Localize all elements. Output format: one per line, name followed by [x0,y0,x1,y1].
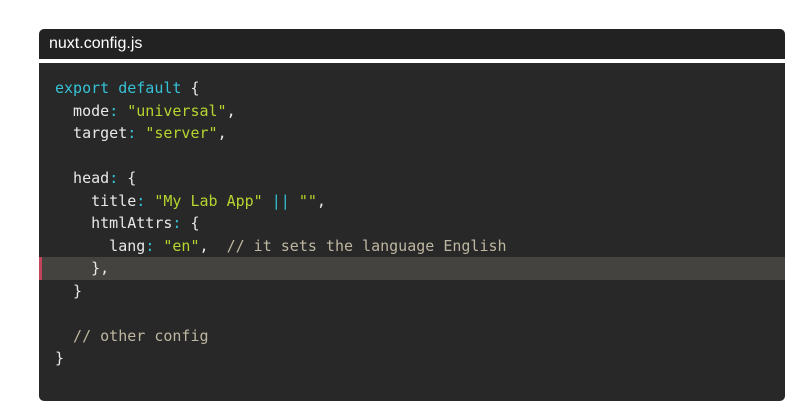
code-token: : [127,124,146,142]
code-token: // it sets the language English [226,236,507,255]
code-token: || [262,191,299,210]
code-token: } [55,281,83,300]
code-line-highlighted: }, [39,257,785,280]
code-line: export default { [39,77,785,100]
code-token: , [316,191,326,210]
code-token: mode [55,101,110,120]
code-token: { [190,79,200,97]
code-token: htmlAttrs [55,214,173,232]
code-line: target: "server", [39,122,785,145]
code-token: : [172,214,191,232]
code-token: target [55,124,128,142]
code-token: lang [55,236,146,255]
code-line: } [39,347,785,370]
code-line: htmlAttrs: { [39,212,785,235]
code-token: : [109,101,128,120]
code-token: { [127,169,137,187]
code-block-title-bar: nuxt.config.js [39,29,785,59]
code-token: , [217,124,227,142]
code-token: head [55,169,110,187]
code-token: : [145,236,164,255]
code-block: nuxt.config.js export default { mode: "u… [39,29,785,401]
code-line: title: "My Lab App" || "", [39,190,785,213]
code-token: export default [55,79,191,97]
code-token: "en" [163,236,200,255]
code-token: "universal" [127,101,227,120]
code-token: "server" [145,124,218,142]
code-line: mode: "universal", [39,100,785,123]
code-line: head: { [39,167,785,190]
code-token: "My Lab App" [154,191,263,210]
code-token: } [55,349,65,367]
code-token: , [226,101,236,120]
code-token: : [136,191,155,210]
code-panel[interactable]: export default { mode: "universal", targ… [39,63,785,401]
code-line: } [39,280,785,303]
code-token: title [55,191,137,210]
code-line: // other config [39,325,785,348]
code-token: , [199,236,227,255]
code-token: }, [55,259,110,277]
code-token: { [190,214,200,232]
code-token: : [109,169,128,187]
code-token: "" [298,191,317,210]
code-token: // other config [55,326,209,345]
file-name: nuxt.config.js [49,35,143,52]
code-line: lang: "en", // it sets the language Engl… [39,235,785,258]
